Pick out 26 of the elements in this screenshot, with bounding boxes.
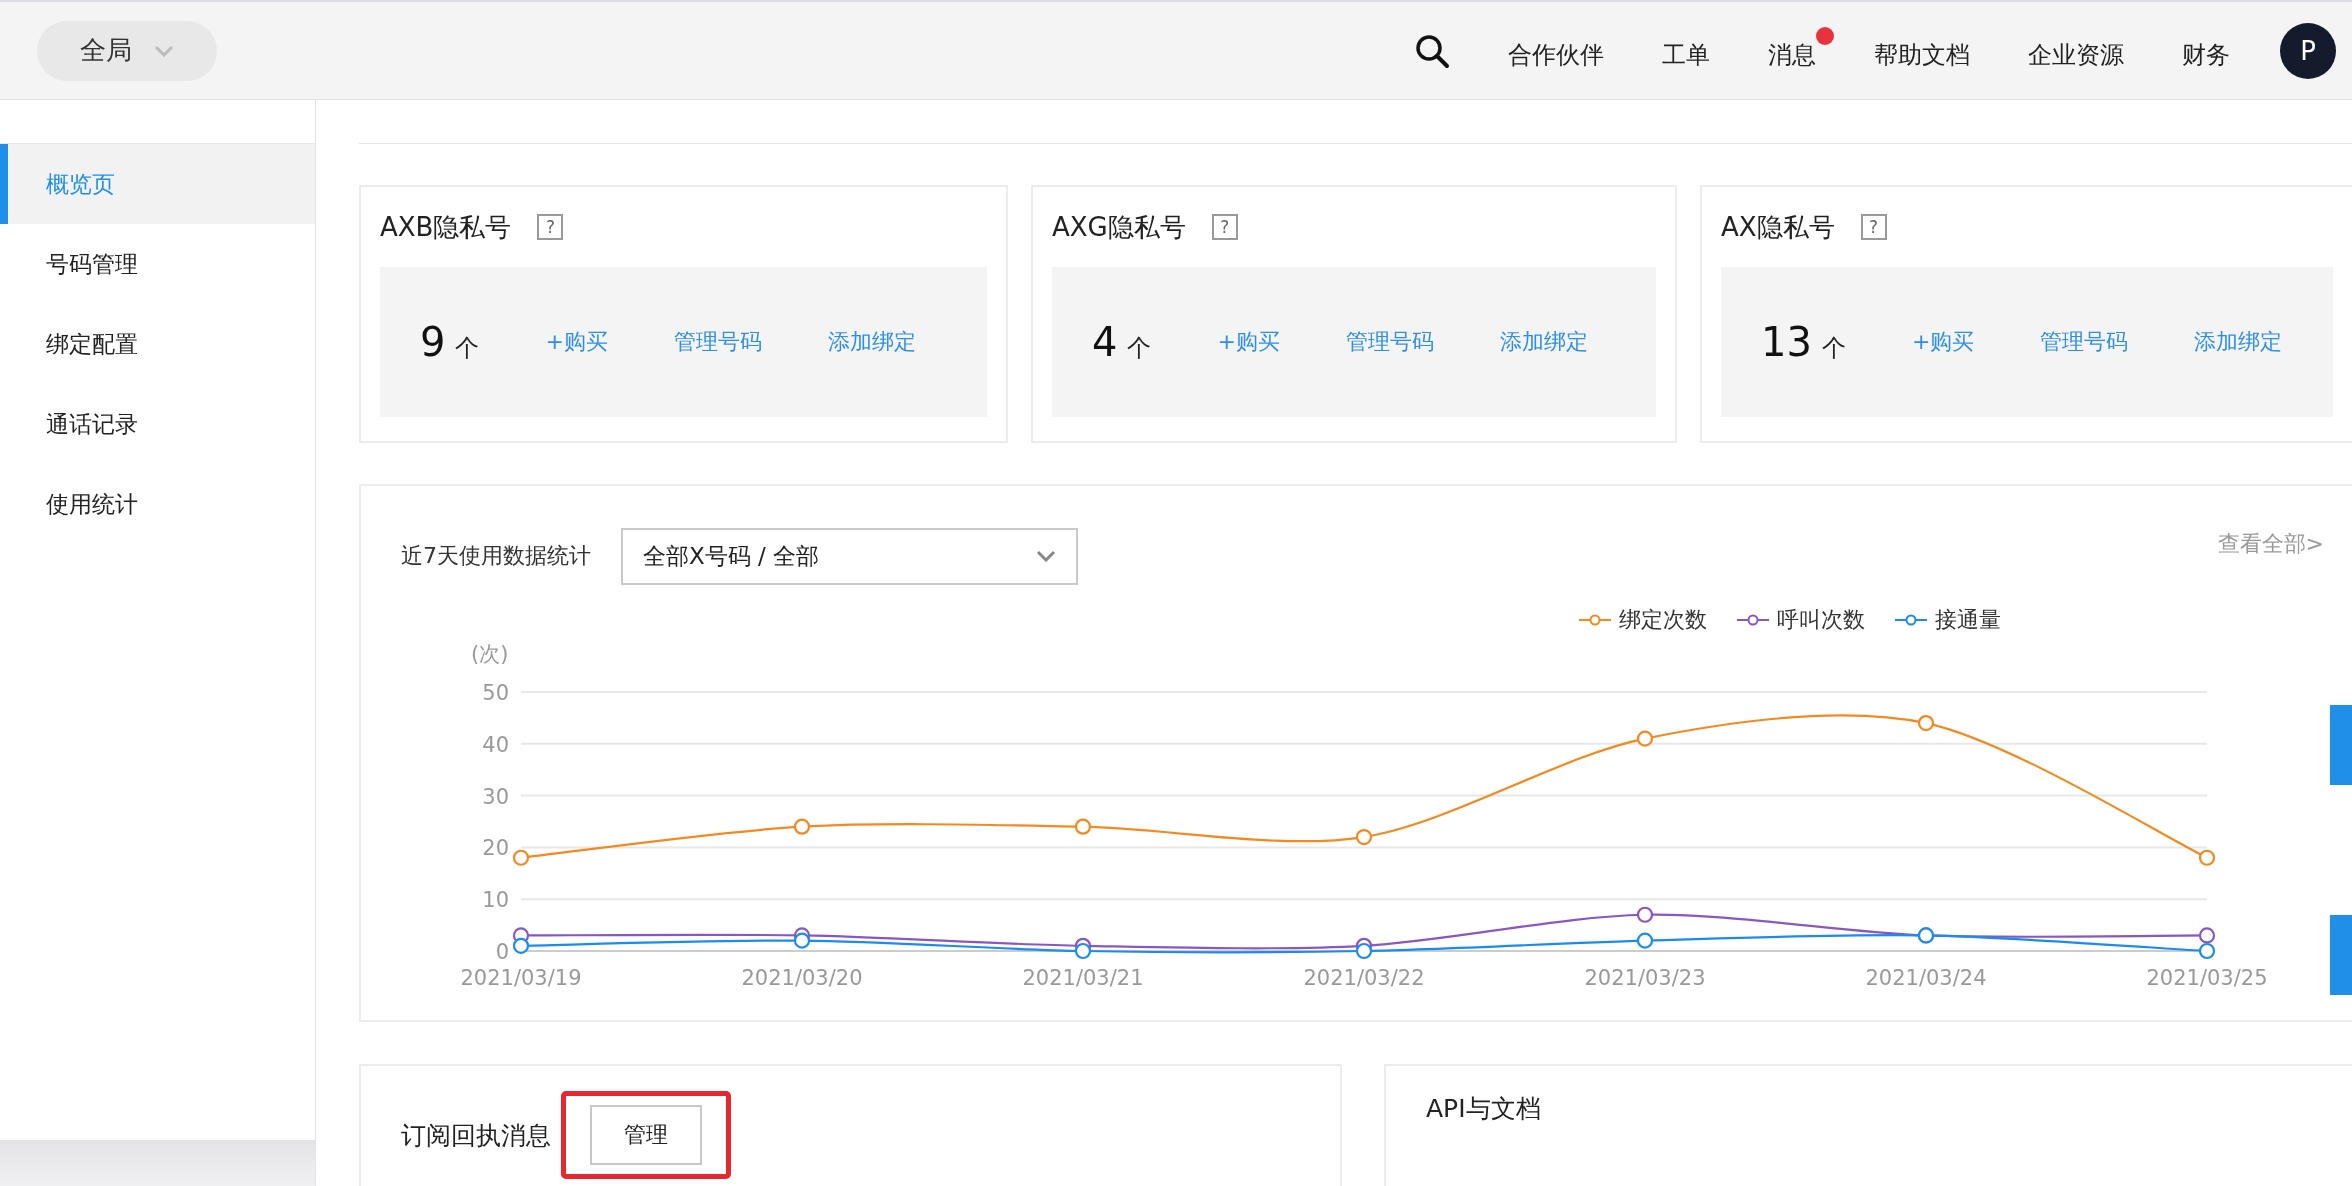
number-count: 9: [420, 319, 446, 365]
number-count: 13: [1761, 319, 1812, 365]
y-tick-label: 20: [482, 836, 509, 861]
x-tick-label: 2021/03/20: [741, 966, 863, 990]
number-count: 4: [1092, 319, 1118, 365]
count-unit: 个: [455, 333, 480, 364]
x-tick-label: 2021/03/24: [1865, 966, 1987, 990]
x-tick-label: 2021/03/19: [460, 966, 582, 990]
x-tick-label: 2021/03/21: [1022, 966, 1144, 990]
chart-title: 近7天使用数据统计: [401, 542, 591, 570]
y-tick-label: 40: [482, 732, 509, 757]
card-title: API与文档: [1426, 1093, 1541, 1125]
y-tick-label: 10: [482, 888, 509, 913]
y-tick-label: 30: [482, 784, 509, 809]
card-title: AXG隐私号: [1052, 210, 1186, 244]
x-tick-label: 2021/03/25: [2146, 966, 2268, 990]
count-unit: 个: [1821, 333, 1846, 364]
card-title: AX隐私号: [1721, 210, 1835, 244]
count-unit: 个: [1127, 333, 1152, 364]
x-tick-label: 2021/03/22: [1303, 966, 1425, 990]
card-title: 订阅回执消息: [401, 1119, 551, 1152]
axis-unit-label: (次): [471, 642, 509, 666]
y-tick-label: 50: [482, 681, 509, 705]
y-tick-label: 0: [495, 940, 509, 964]
x-tick-label: 2021/03/23: [1584, 966, 1706, 990]
card-title: AXB隐私号: [380, 210, 512, 244]
